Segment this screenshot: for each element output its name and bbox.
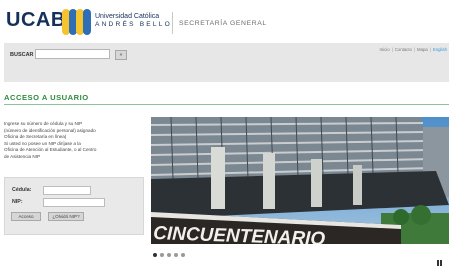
slide-dot-5[interactable]	[181, 253, 185, 257]
search-button[interactable]: »	[115, 50, 127, 60]
intro-line: de Asistencia NIP	[4, 153, 41, 159]
site-header: UCAB Universidad Católica ANDRÉS BELLO S…	[0, 0, 449, 44]
forgot-nip-button[interactable]: ¿Olvidó NIP?	[48, 212, 84, 221]
section-divider	[4, 104, 449, 105]
ucab-logo-icon[interactable]	[62, 9, 92, 35]
slide-dot-4[interactable]	[174, 253, 178, 257]
link-separator: |	[391, 47, 393, 52]
search-label: BUSCAR	[10, 52, 34, 58]
cedula-label: Cédula:	[12, 187, 32, 193]
nip-label: NIP:	[12, 199, 23, 205]
ucab-logo-text[interactable]: UCAB	[6, 9, 66, 32]
slide-dot-3[interactable]	[167, 253, 171, 257]
slider-pager	[153, 253, 188, 259]
image-slider[interactable]: CINCUENTENARIO	[151, 117, 449, 244]
slide-dot-2[interactable]	[160, 253, 164, 257]
university-name-line2: ANDRÉS BELLO	[95, 21, 172, 28]
section-title: ACCESO A USUARIO	[4, 93, 89, 102]
link-separator: |	[413, 47, 416, 52]
university-name: Universidad Católica ANDRÉS BELLO	[95, 13, 172, 29]
nip-input[interactable]	[43, 198, 105, 207]
top-link-contacto[interactable]: Contacto	[395, 47, 412, 52]
enter-button[interactable]: Acceso	[11, 212, 41, 221]
search-input[interactable]	[35, 49, 110, 59]
top-link-mapa[interactable]: Mapa	[417, 47, 428, 52]
pause-icon[interactable]	[437, 253, 445, 266]
slide-dot-1[interactable]	[153, 253, 157, 257]
search-bar: BUSCAR » Inicio | Contacto | Mapa | English	[4, 43, 449, 82]
campus-building-photo: CINCUENTENARIO	[151, 117, 449, 244]
top-links: Inicio | Contacto | Mapa | English	[380, 47, 447, 52]
top-link-inicio[interactable]: Inicio	[380, 47, 390, 52]
link-separator: |	[429, 47, 431, 52]
university-name-line1: Universidad Católica	[95, 13, 160, 20]
login-form: Cédula: NIP: Acceso ¿Olvidó NIP?	[4, 177, 144, 235]
header-divider	[172, 12, 173, 34]
department-title: SECRETARÍA GENERAL	[179, 20, 267, 27]
cedula-input[interactable]	[43, 186, 91, 195]
top-link-english[interactable]: English	[433, 47, 447, 52]
intro-text: Ingrese su número de cédula y su NIP (nú…	[4, 121, 146, 160]
